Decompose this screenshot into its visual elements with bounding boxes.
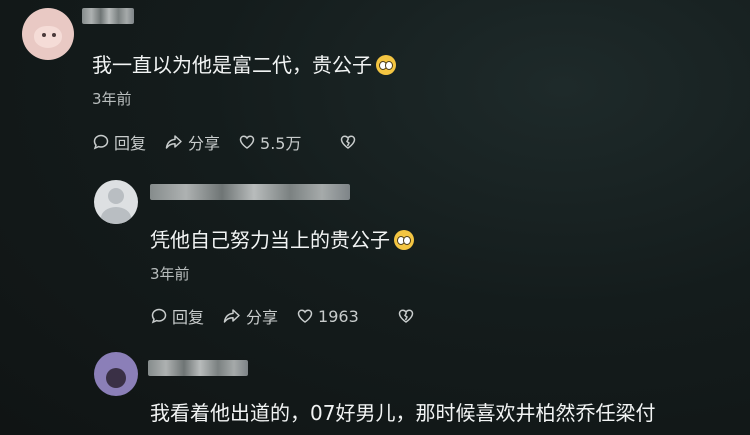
- comment-text: 我一直以为他是富二代，贵公子: [92, 49, 396, 78]
- comment-text: 凭他自己努力当上的贵公子: [150, 224, 414, 253]
- username-blurred[interactable]: [148, 360, 248, 376]
- avatar-default-body: [101, 207, 131, 224]
- avatar-default-head: [108, 188, 124, 204]
- avatar[interactable]: [22, 8, 74, 60]
- share-button[interactable]: 分享: [222, 304, 278, 328]
- comment-actions: 回复 分享 1963: [150, 304, 437, 328]
- username-blurred[interactable]: [150, 184, 350, 200]
- comment-body: 凭他自己努力当上的贵公子: [150, 228, 390, 252]
- share-label: 分享: [246, 308, 279, 327]
- like-count: 1963: [318, 306, 359, 326]
- avatar[interactable]: [94, 180, 138, 224]
- avatar[interactable]: [94, 352, 138, 396]
- pleading-face-emoji-icon: [376, 55, 396, 75]
- reply-button[interactable]: 回复: [150, 304, 204, 328]
- like-count: 5.5万: [260, 134, 302, 153]
- comment-body: 我一直以为他是富二代，贵公子: [92, 53, 372, 77]
- comment-bubble-icon: [151, 308, 167, 324]
- pleading-face-emoji-icon: [394, 230, 414, 250]
- share-button[interactable]: 分享: [164, 130, 220, 154]
- reply-button[interactable]: 回复: [92, 130, 146, 154]
- reply-label: 回复: [114, 134, 147, 153]
- username-blurred[interactable]: [82, 8, 134, 24]
- like-button[interactable]: 1963: [296, 307, 379, 326]
- share-arrow-icon: [223, 309, 240, 323]
- comment-time: 3年前: [150, 265, 190, 283]
- avatar-figure: [106, 368, 126, 388]
- comment-actions: 回复 分享 5.5万: [92, 130, 379, 154]
- comment-body: 我看着他出道的，07好男儿，那时候喜欢井柏然乔任梁付: [150, 401, 656, 425]
- comment-bubble-icon: [93, 134, 109, 150]
- avatar-face: [34, 26, 62, 48]
- share-label: 分享: [188, 134, 221, 153]
- heart-icon: [297, 309, 313, 323]
- avatar-eye: [42, 33, 46, 37]
- reply-label: 回复: [172, 308, 205, 327]
- broken-heart-icon: [398, 309, 414, 323]
- broken-heart-icon: [341, 135, 356, 149]
- heart-icon: [239, 135, 255, 149]
- dislike-button[interactable]: [397, 307, 419, 325]
- comment-time: 3年前: [92, 90, 132, 108]
- share-arrow-icon: [165, 135, 182, 149]
- avatar-eye: [52, 33, 56, 37]
- like-button[interactable]: 5.5万: [238, 130, 321, 154]
- comment-text: 我看着他出道的，07好男儿，那时候喜欢井柏然乔任梁付: [150, 397, 655, 426]
- dislike-button[interactable]: [339, 133, 361, 151]
